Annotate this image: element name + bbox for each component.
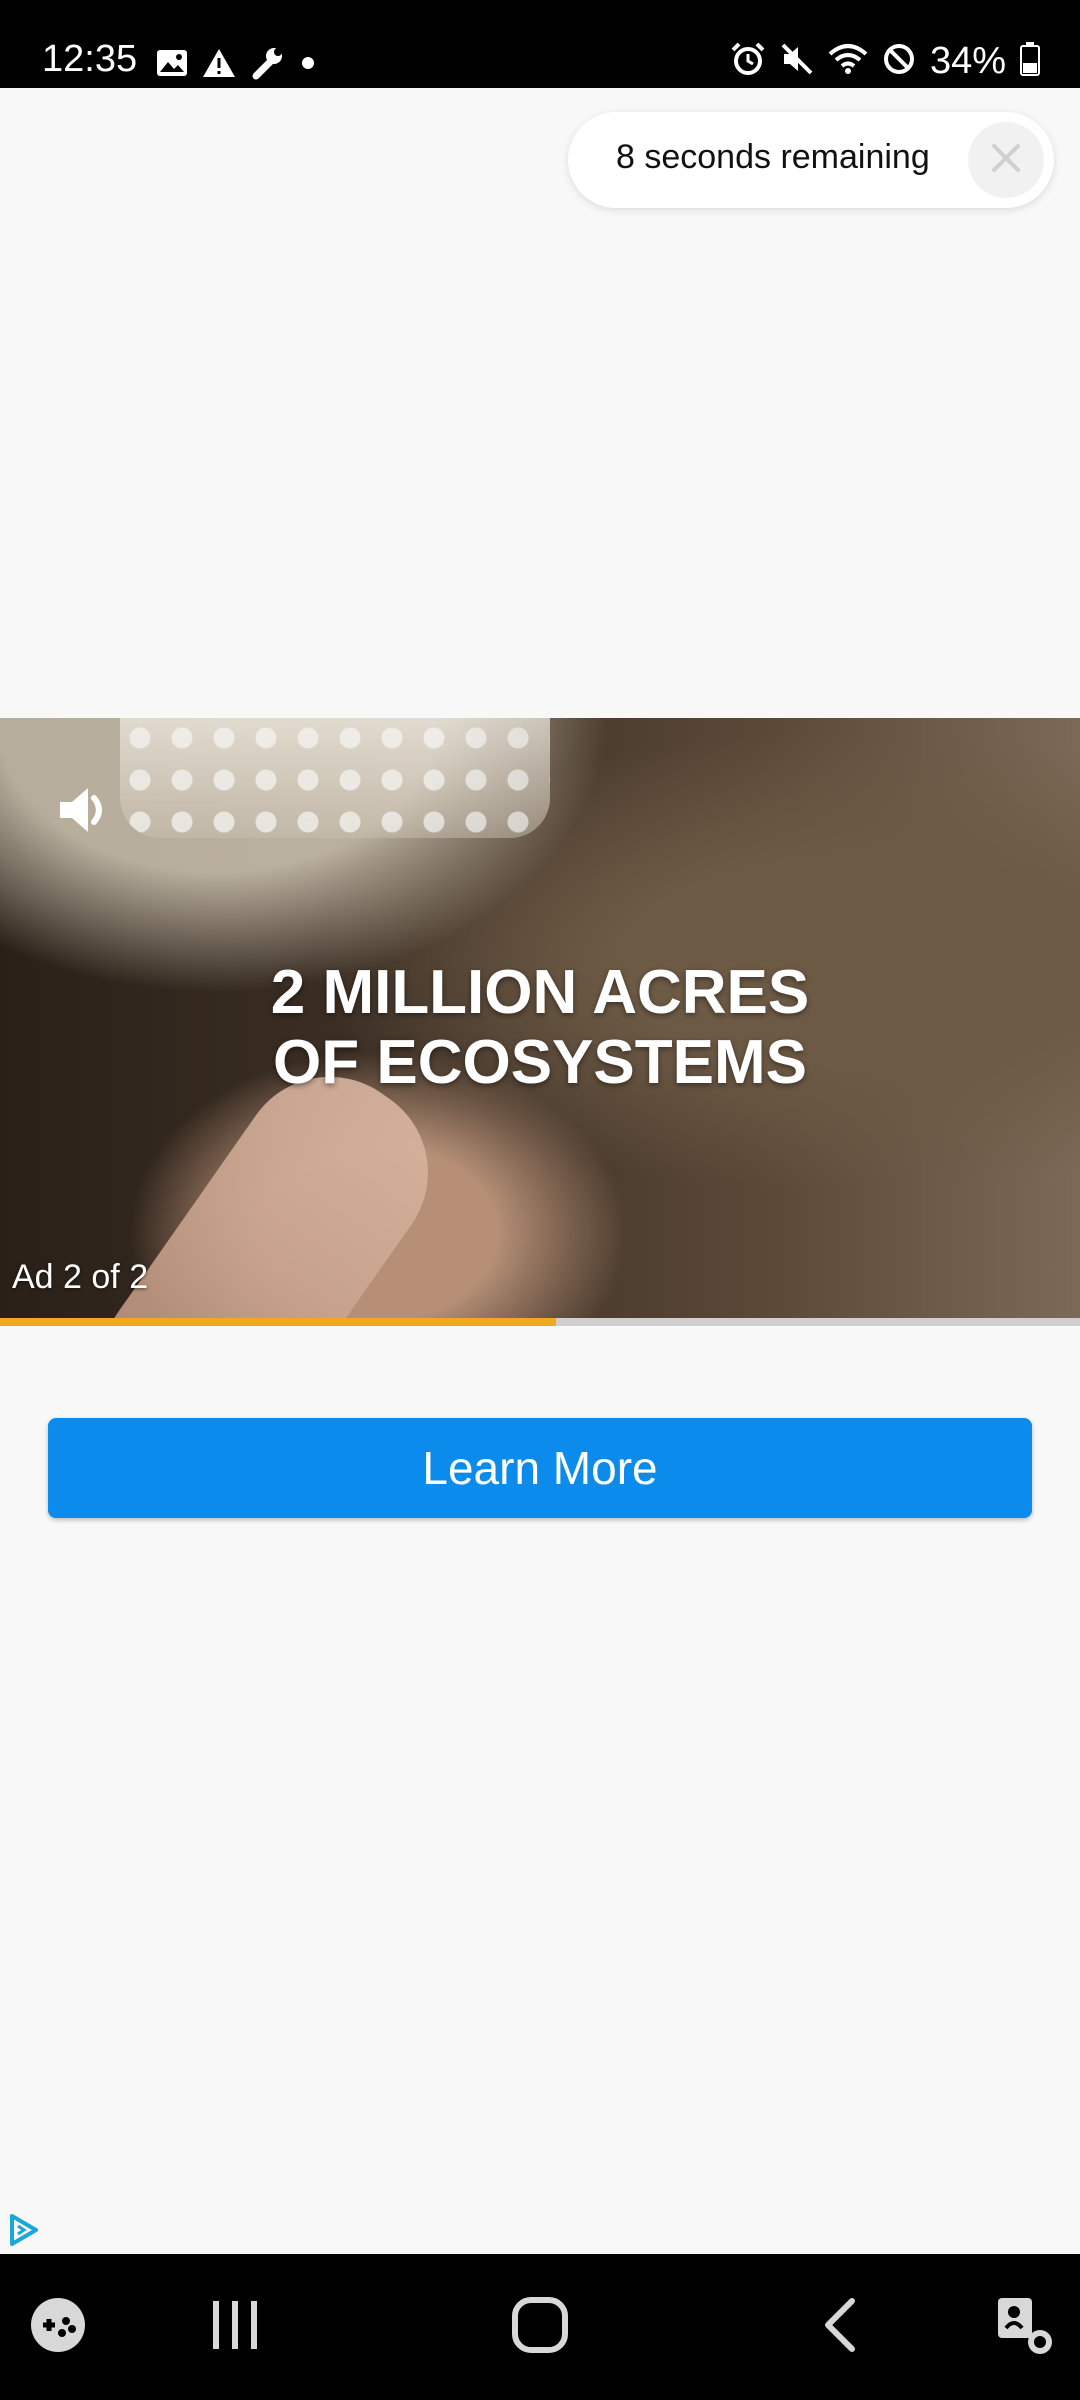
dnd-icon [882, 42, 916, 81]
status-left-icons [156, 46, 318, 85]
accessibility-button[interactable] [985, 2254, 1065, 2400]
recent-apps-button[interactable] [190, 2254, 280, 2400]
speaker-icon [56, 778, 120, 847]
video-lace-detail [120, 718, 550, 838]
game-launcher-button[interactable] [18, 2254, 98, 2400]
status-bar: 12:35 34% [0, 0, 1080, 88]
alarm-icon [730, 42, 766, 81]
video-progress-fill [0, 1318, 557, 1326]
accessibility-icon [994, 2294, 1056, 2361]
close-icon [988, 140, 1024, 181]
back-icon [820, 2297, 860, 2358]
wrench-icon [250, 46, 284, 85]
back-button[interactable] [800, 2254, 880, 2400]
sound-toggle-button[interactable] [56, 778, 126, 848]
status-time: 12:35 [42, 38, 138, 80]
navigation-bar [0, 2254, 1080, 2400]
image-icon [156, 49, 188, 82]
countdown-text: 8 seconds remaining [616, 138, 930, 176]
video-progress-bar [0, 1318, 1080, 1326]
video-headline-line1: 2 MILLION ACRES [270, 958, 810, 1027]
warning-icon [202, 48, 236, 83]
dot-icon [298, 53, 318, 78]
close-ad-button[interactable] [968, 122, 1044, 198]
status-right-icons: 34% [730, 40, 1040, 83]
battery-icon [1020, 42, 1040, 81]
adchoices-icon[interactable] [6, 2212, 42, 2248]
wifi-icon [828, 42, 868, 81]
countdown-pill: 8 seconds remaining [568, 112, 1054, 208]
recent-apps-icon [207, 2299, 263, 2356]
home-button[interactable] [495, 2254, 585, 2400]
mute-icon [780, 42, 814, 81]
learn-more-button[interactable]: Learn More [48, 1418, 1032, 1518]
home-icon [511, 2296, 569, 2359]
video-headline-line2: OF ECOSYSTEMS [273, 1028, 807, 1097]
game-launcher-icon [29, 2296, 87, 2359]
ad-video[interactable]: 2 MILLION ACRES OF ECOSYSTEMS Ad 2 of 2 [0, 718, 1080, 1324]
battery-percent: 34% [929, 40, 1006, 82]
ad-counter: Ad 2 of 2 [12, 1258, 149, 1296]
